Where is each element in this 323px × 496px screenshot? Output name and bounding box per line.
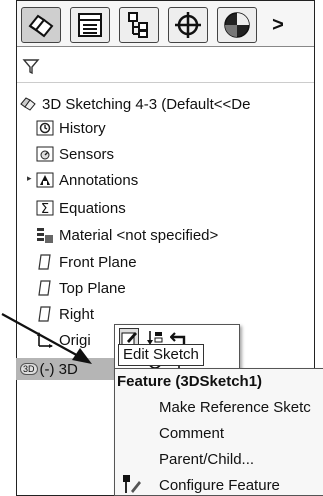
tree-item-label: Sensors [59, 145, 115, 163]
context-menu: Feature (3DSketch1) Make Reference Sketc… [114, 368, 323, 496]
display-manager-tab[interactable] [217, 7, 257, 43]
tree-item-label: Equations [59, 199, 126, 217]
filter-icon[interactable] [22, 57, 40, 75]
tree-item-label: Front Plane [59, 253, 137, 271]
filter-row [17, 49, 314, 83]
tree-item-sensors[interactable]: Sensors [36, 141, 114, 167]
menu-item-make-reference-sketch[interactable]: Make Reference Sketc [159, 395, 311, 421]
tree-item-label: Material <not specified> [59, 226, 219, 244]
menu-item-comment[interactable]: Comment [159, 421, 224, 447]
dimxpert-manager-tab[interactable] [168, 7, 208, 43]
menu-item-parent-child[interactable]: Parent/Child... [159, 447, 254, 473]
tree-item-front-plane[interactable]: Front Plane [36, 249, 137, 275]
tree-item-label: Top Plane [59, 279, 126, 297]
feature-manager-tab[interactable] [21, 7, 61, 43]
edit-sketch-tooltip: Edit Sketch [118, 344, 204, 366]
history-icon [36, 119, 54, 137]
tree-root-part[interactable]: 3D Sketching 4-3 (Default<<De [19, 91, 250, 117]
context-menu-title: Feature (3DSketch1) [117, 373, 263, 390]
tree-item-label: History [59, 119, 106, 137]
tree-item-top-plane[interactable]: Top Plane [36, 275, 126, 301]
sensors-icon [36, 145, 54, 163]
menu-item-configure-feature[interactable]: Configure Feature [159, 473, 280, 496]
tree-item-equations[interactable]: Σ Equations [36, 195, 126, 221]
tree-item-label: Annotations [59, 171, 139, 189]
annotations-icon [36, 171, 54, 189]
appearance-sphere-icon [224, 12, 250, 38]
tree-item-material[interactable]: Material <not specified> [36, 222, 218, 248]
callout-arrow-icon [1, 313, 92, 364]
equations-icon: Σ [36, 199, 54, 217]
configure-feature-icon [123, 475, 141, 493]
configuration-manager-tab[interactable] [119, 7, 159, 43]
expand-arrow-icon[interactable]: ▸ [27, 173, 32, 184]
crosshair-icon [175, 12, 201, 38]
part-icon [19, 95, 37, 113]
tree-root-label: 3D Sketching 4-3 (Default<<De [42, 95, 251, 113]
more-tabs-button[interactable]: > [263, 7, 293, 43]
manager-tab-bar: > [17, 1, 314, 47]
svg-text:Σ: Σ [41, 202, 49, 217]
property-manager-tab[interactable] [70, 7, 110, 43]
plane-icon [36, 279, 54, 297]
tree-item-annotations[interactable]: Annotations [36, 167, 138, 193]
configuration-icon [128, 12, 148, 38]
material-icon [36, 226, 54, 244]
tree-item-history[interactable]: History [36, 115, 106, 141]
feature-tree-icon [28, 14, 54, 38]
plane-icon [36, 253, 54, 271]
property-list-icon [78, 13, 102, 37]
